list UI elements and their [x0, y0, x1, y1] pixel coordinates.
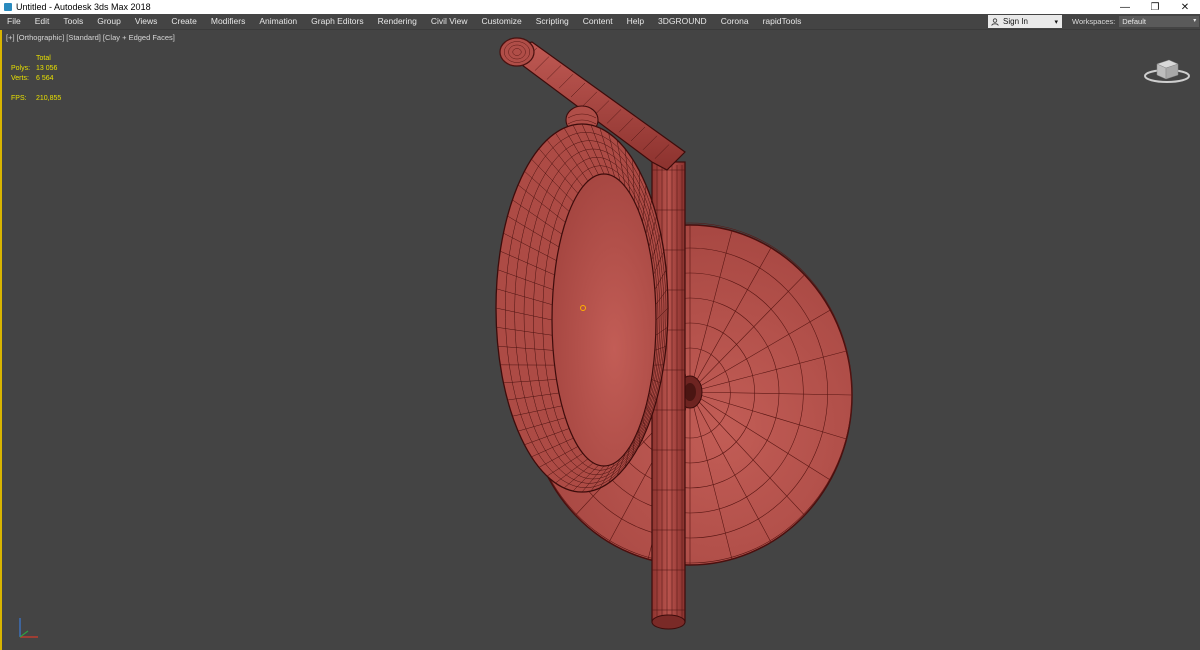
workspaces-control: Workspaces: Default ▾: [1072, 15, 1200, 28]
menu-modifiers[interactable]: Modifiers: [204, 14, 252, 29]
menu-views[interactable]: Views: [128, 14, 165, 29]
user-icon: [991, 17, 999, 26]
menu-tools[interactable]: Tools: [56, 14, 90, 29]
chevron-down-icon: ▾: [1193, 18, 1197, 24]
menu-customize[interactable]: Customize: [475, 14, 529, 29]
menu-content[interactable]: Content: [576, 14, 620, 29]
viewcube-icon[interactable]: [1142, 50, 1192, 90]
workspaces-select[interactable]: Default ▾: [1119, 16, 1200, 27]
menu-animation[interactable]: Animation: [252, 14, 304, 29]
menu-graph-editors[interactable]: Graph Editors: [304, 14, 370, 29]
window-controls: — ❐ ✕: [1110, 0, 1200, 14]
workspaces-label: Workspaces:: [1072, 17, 1116, 26]
menu-create[interactable]: Create: [164, 14, 204, 29]
menu-civil-view[interactable]: Civil View: [424, 14, 475, 29]
app-icon: [4, 3, 12, 11]
close-button[interactable]: ✕: [1170, 0, 1200, 14]
torus-ring[interactable]: [495, 123, 669, 493]
menu-help[interactable]: Help: [620, 14, 651, 29]
minimize-button[interactable]: —: [1110, 0, 1140, 14]
menu-group[interactable]: Group: [90, 14, 128, 29]
menu-corona[interactable]: Corona: [714, 14, 756, 29]
title-bar: Untitled - Autodesk 3ds Max 2018 — ❐ ✕: [0, 0, 1200, 14]
menu-3dground[interactable]: 3DGROUND: [651, 14, 714, 29]
axis-tripod-icon: [19, 618, 38, 638]
sign-in-dropdown[interactable]: Sign In ▾: [988, 15, 1062, 28]
menu-scripting[interactable]: Scripting: [529, 14, 576, 29]
menu-file[interactable]: File: [0, 14, 28, 29]
viewport-perspective[interactable]: [+] [Orthographic] [Standard] [Clay + Ed…: [0, 30, 1200, 650]
menu-edit[interactable]: Edit: [28, 14, 57, 29]
restore-button[interactable]: ❐: [1140, 0, 1170, 14]
scene-canvas[interactable]: [2, 30, 1200, 650]
menu-rendering[interactable]: Rendering: [371, 14, 424, 29]
window-title: Untitled - Autodesk 3ds Max 2018: [16, 2, 151, 12]
chevron-down-icon: ▾: [1054, 19, 1058, 26]
workspaces-value: Default: [1122, 17, 1146, 26]
sign-in-label: Sign In: [1003, 17, 1028, 26]
menu-rapidtools[interactable]: rapidTools: [756, 14, 809, 29]
menu-bar: File Edit Tools Group Views Create Modifiers An…: [0, 14, 1200, 30]
